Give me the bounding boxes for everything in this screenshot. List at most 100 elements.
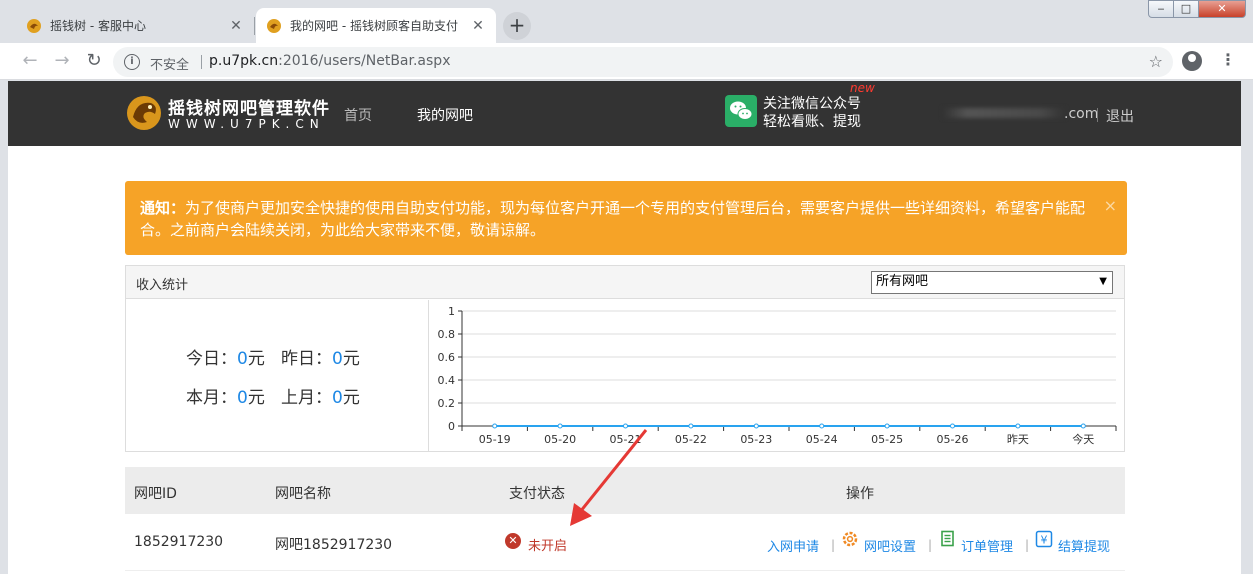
- window-close-button[interactable]: ✕: [1198, 0, 1246, 18]
- y-tick-label: 0.2: [438, 397, 456, 410]
- col-header-id: 网吧ID: [134, 486, 177, 502]
- income-chart: 0 0.2 0.4 0.6 0.8 1 05-19 05-20 05-21 05-22 05-23 0…: [430, 300, 1124, 452]
- y-tick-label: 0.4: [438, 374, 456, 387]
- bookmark-star-icon[interactable]: ☆: [1149, 52, 1163, 71]
- netbar-settings-link[interactable]: 网吧设置: [864, 536, 916, 555]
- x-tick-label: 05-20: [544, 433, 576, 446]
- data-point: [884, 423, 890, 429]
- data-point: [688, 423, 694, 429]
- window-minimize-button[interactable]: ‒: [1148, 0, 1174, 18]
- tab-title: 我的网吧 - 摇钱树顾客自助支付: [290, 19, 458, 33]
- browser-tab-active[interactable]: 我的网吧 - 摇钱树顾客自助支付 ✕: [256, 8, 496, 43]
- browser-tab-inactive[interactable]: 摇钱树 - 客服中心 ✕: [16, 8, 254, 43]
- stats-title: 收入统计: [136, 278, 189, 293]
- new-tab-button[interactable]: +: [503, 12, 531, 40]
- status-off-icon: ✕: [505, 533, 521, 549]
- window-maximize-button[interactable]: □: [1173, 0, 1199, 18]
- col-header-actions: 操作: [846, 486, 874, 502]
- data-point: [753, 423, 759, 429]
- tab-divider: [254, 17, 255, 35]
- month-value: 0: [237, 388, 248, 408]
- netbar-filter-select[interactable]: 所有网吧 ▼: [871, 271, 1113, 294]
- lastmonth-value: 0: [332, 388, 343, 408]
- yesterday-label: 昨日：: [281, 349, 333, 369]
- col-header-name: 网吧名称: [275, 486, 331, 502]
- brand-name[interactable]: 摇钱树网吧管理软件: [168, 94, 330, 119]
- forward-arrow-icon[interactable]: →: [50, 50, 74, 74]
- netbar-name: 网吧1852917230: [275, 537, 393, 553]
- y-tick-label: 0.6: [438, 351, 456, 364]
- stats-row-day: 今日：0元 昨日：0元: [186, 344, 360, 369]
- tab-close-icon[interactable]: ✕: [228, 18, 244, 34]
- brand-url: WWW.U7PK.CN: [168, 117, 325, 131]
- x-tick-label: 05-26: [937, 433, 969, 446]
- browser-toolbar: ← → ↻ i 不安全 p.u7pk.cn:2016/users/NetBar.…: [0, 43, 1253, 80]
- apply-join-link[interactable]: 入网申请: [767, 536, 819, 555]
- lastmonth-label: 上月：: [281, 388, 333, 408]
- address-divider: [201, 55, 202, 69]
- url-host: p.u7pk.cn: [209, 53, 279, 69]
- yesterday-unit: 元: [342, 349, 360, 369]
- url-text[interactable]: p.u7pk.cn:2016/users/NetBar.aspx: [209, 53, 450, 69]
- back-arrow-icon[interactable]: ←: [18, 50, 42, 74]
- dragon-logo-icon[interactable]: [125, 93, 163, 133]
- notice-label: 通知：: [140, 199, 186, 217]
- data-point: [557, 423, 563, 429]
- logout-link[interactable]: 退出: [1106, 106, 1134, 126]
- data-point: [492, 423, 498, 429]
- yesterday-value: 0: [332, 349, 343, 369]
- yuan-withdraw-icon[interactable]: ¥: [1035, 530, 1053, 548]
- x-tick-label: 05-25: [871, 433, 903, 446]
- wechat-promo-line2[interactable]: 轻松看账、提现: [763, 111, 861, 131]
- svg-text:¥: ¥: [1041, 534, 1048, 547]
- new-badge: new: [850, 81, 875, 95]
- today-unit: 元: [247, 349, 265, 369]
- payment-status: 未开启: [528, 539, 568, 554]
- y-tick-label: 1: [448, 305, 455, 318]
- order-list-icon[interactable]: [939, 530, 957, 548]
- stats-panel-header: 收入统计 所有网吧 ▼: [126, 266, 1124, 299]
- col-header-status: 支付状态: [509, 486, 565, 502]
- stats-summary: 今日：0元 昨日：0元 本月：0元 上月：0元: [126, 300, 429, 452]
- nav-my-netbar-link[interactable]: 我的网吧: [417, 105, 473, 125]
- data-point: [950, 423, 955, 429]
- user-email-suffix: .com: [1064, 106, 1099, 122]
- x-tick-label: 05-24: [806, 433, 838, 446]
- y-tick-label: 0: [448, 420, 455, 433]
- wechat-icon[interactable]: [725, 95, 757, 127]
- account-avatar-icon[interactable]: [1182, 51, 1202, 71]
- address-bar[interactable]: i 不安全 p.u7pk.cn:2016/users/NetBar.aspx ☆: [113, 47, 1173, 77]
- netbar-id: 1852917230: [134, 534, 224, 550]
- url-path: :2016/users/NetBar.aspx: [278, 53, 451, 69]
- browser-menu-icon[interactable]: ⋮: [1220, 50, 1236, 69]
- reload-icon[interactable]: ↻: [82, 50, 106, 74]
- y-tick-label: 0.8: [438, 328, 456, 341]
- tab-title: 摇钱树 - 客服中心: [50, 19, 146, 33]
- month-unit: 元: [247, 388, 265, 408]
- today-value: 0: [237, 349, 248, 369]
- site-favicon-icon: [266, 18, 282, 34]
- table-row: 1852917230 网吧1852917230 ✕ 未开启 入网申请 | 网吧设…: [125, 514, 1125, 571]
- data-point: [1080, 423, 1086, 429]
- action-divider: |: [831, 538, 836, 552]
- browser-tab-strip: 摇钱树 - 客服中心 ✕ 我的网吧 - 摇钱树顾客自助支付 ✕ + ‒ □ ✕: [0, 0, 1253, 43]
- order-management-link[interactable]: 订单管理: [961, 536, 1013, 555]
- data-point: [819, 423, 825, 429]
- lastmonth-unit: 元: [342, 388, 360, 408]
- stats-row-month: 本月：0元 上月：0元: [186, 383, 360, 408]
- data-point: [1015, 423, 1021, 429]
- settings-gear-icon[interactable]: [841, 530, 859, 548]
- page-viewport: 摇钱树网吧管理软件 WWW.U7PK.CN 首页 我的网吧 关注微信公众号 轻松…: [8, 81, 1241, 574]
- x-tick-label: 05-22: [675, 433, 707, 446]
- notice-close-icon[interactable]: ×: [1104, 195, 1117, 217]
- today-label: 今日：: [186, 349, 237, 369]
- tab-close-icon[interactable]: ✕: [470, 18, 486, 34]
- x-tick-label: 05-19: [479, 433, 511, 446]
- info-icon[interactable]: i: [124, 54, 140, 70]
- settlement-withdraw-link[interactable]: 结算提现: [1058, 536, 1110, 555]
- income-line-chart: 0 0.2 0.4 0.6 0.8 1 05-19 05-20 05-21 05-22 05-23 0…: [438, 305, 1117, 446]
- notice-text: 为了使商户更加安全快捷的使用自助支付功能，现为每位客户开通一个专用的支付管理后台…: [140, 199, 1086, 239]
- x-tick-label: 今天: [1072, 432, 1094, 446]
- nav-home-link[interactable]: 首页: [344, 105, 372, 125]
- wechat-promo-line1[interactable]: 关注微信公众号: [763, 93, 861, 113]
